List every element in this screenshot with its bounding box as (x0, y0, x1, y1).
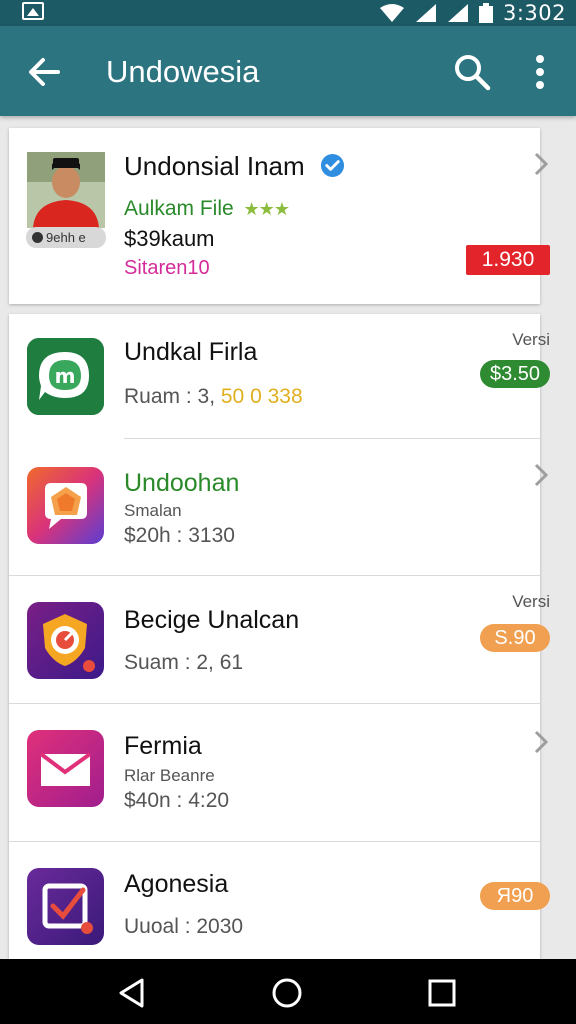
app-meta-prefix: Ruam : 3, (124, 385, 221, 408)
verified-icon (320, 153, 344, 178)
app-subtitle: Rlar Beanre (124, 766, 215, 785)
app-name: Becige Unalcan (124, 606, 300, 634)
home-circle-icon[interactable] (271, 977, 303, 1009)
price-pill[interactable]: Я90 (480, 882, 550, 910)
navigation-bar (0, 959, 576, 1024)
mail-icon (27, 730, 104, 807)
version-label: Versi (512, 592, 550, 611)
list-item[interactable]: Undoohan Smalan $20h : 3130 (9, 439, 549, 575)
wifi-icon (379, 4, 404, 22)
app-name: Undoohan (124, 469, 240, 497)
photo-tag: 9ehh e (26, 227, 106, 248)
record-icon (32, 232, 43, 243)
app-meta: Uuoal : 2030 (124, 915, 244, 938)
app-bar: Undowesia (0, 26, 576, 116)
profile-name-line: Undonsial Inam (124, 150, 345, 182)
back-arrow-icon[interactable] (24, 52, 64, 92)
app-meta-highlight: 50 0 338 (220, 385, 303, 408)
signal-icon (447, 4, 468, 22)
app-subtitle: Smalan (124, 501, 182, 520)
app-meta: Ruam : 3, 50 0 338 (124, 384, 303, 410)
price-pill[interactable]: $3.50 (480, 360, 550, 388)
app-name: Fermia (124, 732, 202, 760)
version-label: Versi (512, 330, 550, 349)
more-vert-icon[interactable] (524, 50, 556, 94)
app-meta: Suam : 2, 61 (124, 651, 244, 674)
clock: 3:302 (502, 1, 566, 25)
recents-square-icon[interactable] (426, 977, 458, 1009)
app-list: m Undkal Firla Ruam : 3, 50 0 338 Versi … (9, 314, 550, 974)
signal-icon (415, 4, 436, 22)
app-name: Agonesia (124, 870, 229, 898)
photo-tag-label: 9ehh e (46, 230, 86, 245)
profile-subtitle-line: Aulkam File ★★★ (124, 196, 290, 222)
check-box-icon (27, 868, 104, 945)
price-badge[interactable]: 1.930 (466, 245, 550, 275)
chevron-right-icon[interactable] (533, 730, 549, 754)
app-meta: $20h : 3130 (124, 524, 235, 547)
profile-card[interactable]: 9ehh e Undonsial Inam Aulkam File ★★★ $3… (9, 128, 550, 304)
app-meta: $40n : 4:20 (124, 789, 230, 812)
chat-leaf-icon: m (27, 338, 104, 415)
list-item[interactable]: Becige Unalcan Suam : 2, 61 Versi S.90 (9, 576, 550, 703)
app-name: Undkal Firla (124, 338, 258, 366)
list-item[interactable]: Fermia Rlar Beanre $40n : 4:20 (9, 704, 549, 841)
chat-bubble-icon (27, 467, 104, 544)
svg-text:m: m (55, 364, 76, 388)
list-item[interactable]: m Undkal Firla Ruam : 3, 50 0 338 Versi … (9, 314, 550, 438)
chevron-right-icon[interactable] (533, 463, 549, 487)
chevron-right-icon[interactable] (533, 152, 549, 176)
price-pill[interactable]: S.90 (480, 624, 550, 652)
system-icons: 3:302 (379, 0, 566, 26)
page-title: Undowesia (106, 54, 260, 89)
profile-status: Sitaren10 (124, 257, 210, 279)
list-item[interactable]: Agonesia Uuoal : 2030 Я90 (9, 842, 550, 974)
search-icon[interactable] (450, 50, 494, 94)
shield-badge-icon (27, 602, 104, 679)
rating-stars: ★★★ (243, 199, 290, 219)
battery-icon (478, 3, 493, 23)
profile-price: $39kaum (124, 226, 215, 251)
status-bar: 3:302 (0, 0, 576, 26)
profile-name: Undonsial Inam (124, 151, 305, 181)
image-icon (22, 2, 44, 20)
back-triangle-icon[interactable] (116, 977, 148, 1009)
profile-subtitle: Aulkam File (124, 197, 234, 220)
avatar (27, 152, 105, 228)
